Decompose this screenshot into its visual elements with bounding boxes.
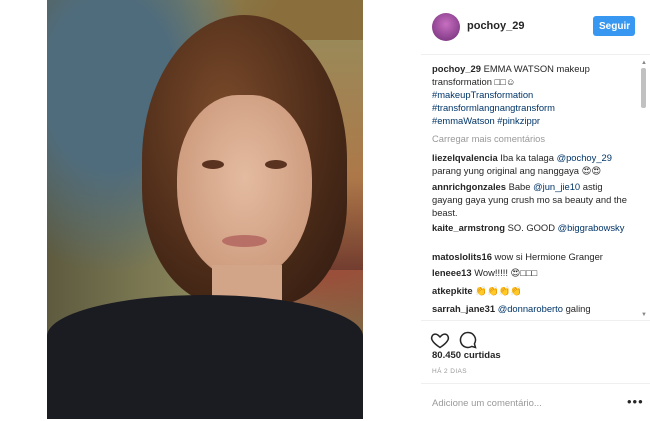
- comment-text: 👏👏👏👏: [475, 285, 522, 296]
- comment-text: galing: [562, 303, 591, 314]
- scrollbar-thumb[interactable]: [641, 68, 646, 108]
- comment-text: parang yung original ang nanggaya 😍😍: [432, 165, 602, 176]
- comment-text: wow si Hermione Granger: [494, 251, 603, 262]
- photo-eye-right: [265, 160, 287, 169]
- hashtag[interactable]: #transformlangnangtransform: [432, 102, 555, 113]
- photo-eye-left: [202, 160, 224, 169]
- post-header: pochoy_29 Seguir: [421, 0, 650, 55]
- scroll-up-icon[interactable]: ▲: [641, 60, 647, 66]
- post-panel: pochoy_29 Seguir pochoy_29 EMMA WATSON m…: [421, 0, 650, 419]
- comment-item: annrichgonzales Babe @jun_jie10 astig ga…: [432, 180, 632, 219]
- comment-item: atkepkite 👏👏👏👏: [432, 284, 632, 297]
- hashtag[interactable]: #emmaWatson #pinkzippr: [432, 115, 540, 126]
- header-username[interactable]: pochoy_29: [467, 20, 524, 32]
- avatar[interactable]: [432, 13, 460, 41]
- comment-text: Babe: [508, 181, 534, 192]
- photo-shirt: [47, 295, 363, 419]
- scroll-down-icon[interactable]: ▼: [641, 312, 647, 318]
- hashtag[interactable]: #makeupTransformation: [432, 89, 533, 100]
- heart-icon[interactable]: [430, 330, 450, 350]
- more-options-icon[interactable]: •••: [627, 394, 644, 409]
- comment-item: sarrah_jane31 @donnaroberto galing: [432, 302, 632, 315]
- like-count[interactable]: 80.450 curtidas: [432, 350, 501, 361]
- comment-text: Iba ka talaga: [500, 152, 557, 163]
- comments-list: pochoy_29 EMMA WATSON makeup transformat…: [421, 56, 639, 320]
- load-more-comments[interactable]: Carregar mais comentários: [432, 132, 632, 145]
- post-actions: 80.450 curtidas HÁ 2 DIAS Adicione um co…: [421, 320, 650, 420]
- comment-mention[interactable]: @jun_jie10: [533, 181, 580, 192]
- comment-text: SO. GOOD: [507, 222, 558, 233]
- follow-button[interactable]: Seguir: [593, 16, 635, 36]
- add-comment-bar: Adicione um comentário... •••: [421, 383, 650, 421]
- comment-item: kaite_armstrong SO. GOOD @biggrabowsky: [432, 221, 632, 234]
- comment-icon[interactable]: [458, 330, 478, 350]
- comment-username[interactable]: kaite_armstrong: [432, 222, 505, 233]
- comment-username[interactable]: atkepkite: [432, 285, 473, 296]
- comment-username[interactable]: sarrah_jane31: [432, 303, 495, 314]
- comment-item: matoslolits16 wow si Hermione Granger: [432, 250, 632, 263]
- comment-username[interactable]: leneee13: [432, 267, 472, 278]
- post-timestamp: HÁ 2 DIAS: [432, 368, 468, 375]
- comment-username[interactable]: liezelqvalencia: [432, 152, 498, 163]
- comment-username[interactable]: matoslolits16: [432, 251, 492, 262]
- comment-mention[interactable]: @donnaroberto: [498, 303, 563, 314]
- post-photo[interactable]: [47, 0, 363, 419]
- comment-mention[interactable]: @pochoy_29: [557, 152, 612, 163]
- caption-username[interactable]: pochoy_29: [432, 63, 481, 74]
- comment-username[interactable]: annrichgonzales: [432, 181, 506, 192]
- photo-lips: [222, 235, 267, 247]
- comment-mention[interactable]: @biggrabowsky: [558, 222, 625, 233]
- comment-item: leneee13 Wow!!!!! 😍□□□: [432, 266, 632, 279]
- comment-text: Wow!!!!! 😍□□□: [474, 267, 538, 278]
- photo-face: [177, 95, 312, 280]
- caption: pochoy_29 EMMA WATSON makeup transformat…: [432, 62, 632, 127]
- comments-scrollbar[interactable]: ▲ ▼: [641, 60, 647, 318]
- comment-item: liezelqvalencia Iba ka talaga @pochoy_29…: [432, 151, 632, 177]
- add-comment-input[interactable]: Adicione um comentário...: [432, 398, 542, 409]
